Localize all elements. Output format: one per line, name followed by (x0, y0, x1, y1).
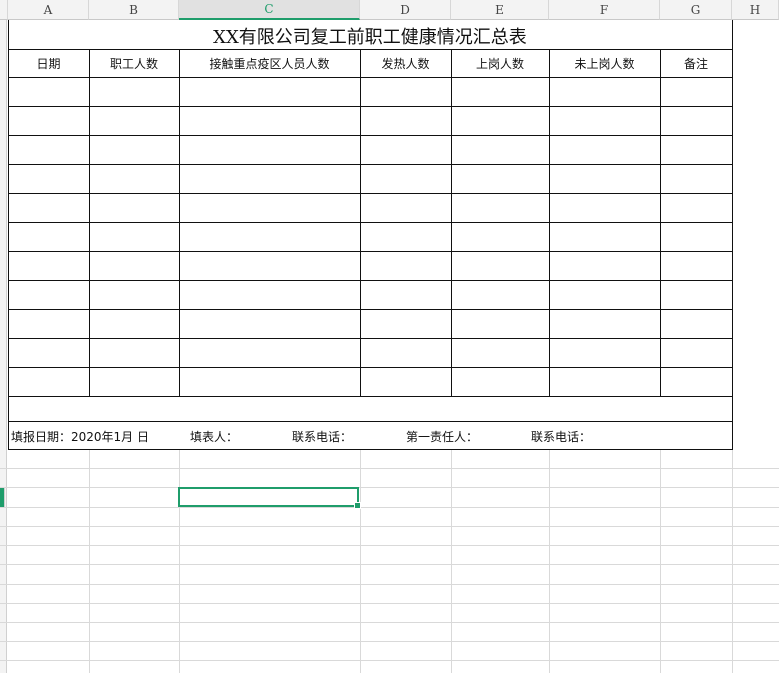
gridline (0, 545, 779, 546)
table-border (8, 193, 733, 194)
table-border (89, 49, 90, 397)
gridline (0, 641, 779, 642)
row-header-strip[interactable] (0, 20, 7, 673)
header-offduty-count[interactable]: 未上岗人数 (549, 50, 660, 77)
sheet-title[interactable]: XX有限公司复工前职工健康情况汇总表 (8, 22, 732, 49)
column-header-d[interactable]: D (360, 0, 451, 20)
header-remarks[interactable]: 备注 (660, 50, 732, 77)
table-border (8, 367, 733, 368)
column-header-h[interactable]: H (732, 0, 779, 20)
header-staff-count[interactable]: 职工人数 (89, 50, 179, 77)
header-contact-count[interactable]: 接触重点疫区人员人数 (179, 50, 360, 77)
table-border (8, 396, 733, 397)
active-row-marker (0, 487, 5, 507)
table-border (8, 280, 733, 281)
table-border (549, 49, 550, 397)
footer-filler: 填表人： (190, 429, 239, 444)
gridline (0, 526, 779, 527)
footer-contact-phone: 联系电话： (292, 429, 353, 444)
gridline (0, 507, 779, 508)
table-border (8, 421, 733, 422)
column-header-g[interactable]: G (660, 0, 732, 20)
table-border (732, 20, 733, 450)
gridline (0, 487, 779, 488)
table-border (8, 251, 733, 252)
table-border (8, 164, 733, 165)
spreadsheet-grid[interactable]: A B C D E F G H XX有限公司复工前职工健康情况汇总表 日期 职工… (0, 0, 779, 673)
table-border (8, 338, 733, 339)
gridline (0, 584, 779, 585)
table-border (179, 49, 180, 397)
table-border (8, 309, 733, 310)
gridline (0, 660, 779, 661)
column-header-b[interactable]: B (89, 0, 179, 20)
column-header-e[interactable]: E (451, 0, 549, 20)
table-border (660, 49, 661, 397)
table-border (8, 135, 733, 136)
table-border (8, 222, 733, 223)
table-border (451, 49, 452, 397)
gridline (0, 603, 779, 604)
active-cell-c[interactable] (178, 487, 361, 509)
table-border (8, 449, 733, 450)
header-onduty-count[interactable]: 上岗人数 (451, 50, 549, 77)
header-fever-count[interactable]: 发热人数 (360, 50, 451, 77)
select-all-corner[interactable] (0, 0, 8, 20)
column-header-f[interactable]: F (549, 0, 660, 20)
table-border (8, 77, 733, 78)
table-border (360, 49, 361, 397)
table-border (8, 106, 733, 107)
footer-first-responsible: 第一责任人： (406, 429, 479, 444)
gridline (0, 468, 779, 469)
header-date[interactable]: 日期 (8, 50, 89, 77)
footer-contact-phone-2: 联系电话： (531, 429, 592, 444)
gridline (0, 622, 779, 623)
gridline (0, 564, 779, 565)
table-border (8, 20, 9, 450)
column-header-a[interactable]: A (8, 0, 89, 20)
footer-fill-date[interactable]: 填报日期：2020年1月 日 (11, 424, 149, 448)
table-background (8, 20, 733, 450)
column-header-c[interactable]: C (179, 0, 360, 20)
